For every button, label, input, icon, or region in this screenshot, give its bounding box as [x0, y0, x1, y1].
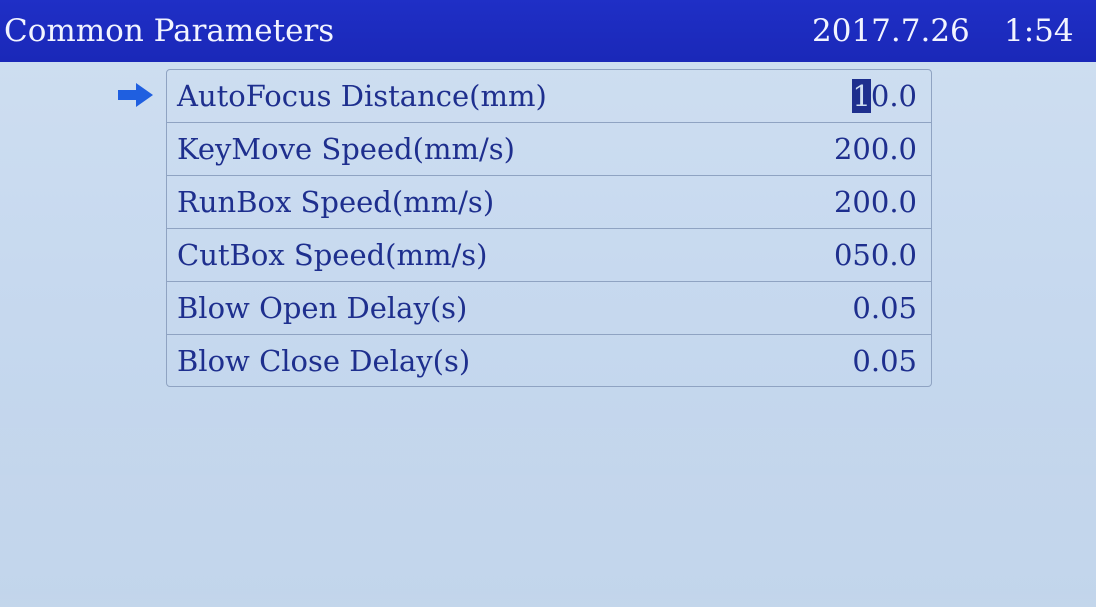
param-label: Blow Close Delay(s): [177, 344, 471, 378]
param-value-field[interactable]: 200.0: [834, 123, 917, 176]
lcd-screen: Common Parameters 2017.7.26 1:54 AutoFoc…: [0, 0, 1096, 607]
param-value-field[interactable]: 10.0: [852, 70, 917, 123]
title-bar: Common Parameters 2017.7.26 1:54: [0, 0, 1096, 62]
time-display: 1:54: [1004, 13, 1074, 49]
param-row-runbox-speed[interactable]: RunBox Speed(mm/s) 200.0: [167, 176, 931, 229]
param-value-field[interactable]: 200.0: [834, 176, 917, 229]
param-row-autofocus-distance[interactable]: AutoFocus Distance(mm) 10.0: [167, 70, 931, 123]
param-value-field[interactable]: 050.0: [834, 229, 917, 282]
date-display: 2017.7.26: [812, 13, 970, 49]
param-row-keymove-speed[interactable]: KeyMove Speed(mm/s) 200.0: [167, 123, 931, 176]
param-row-cutbox-speed[interactable]: CutBox Speed(mm/s) 050.0: [167, 229, 931, 282]
param-label: CutBox Speed(mm/s): [177, 238, 488, 272]
edit-cursor: 1: [852, 79, 871, 113]
arrow-right-icon: [118, 83, 153, 107]
param-row-blow-close-delay[interactable]: Blow Close Delay(s) 0.05: [167, 335, 931, 388]
param-value-field[interactable]: 0.05: [852, 282, 917, 335]
param-value-rest: 0.0: [870, 79, 917, 113]
page-title: Common Parameters: [4, 13, 335, 49]
param-label: KeyMove Speed(mm/s): [177, 132, 515, 166]
param-label: AutoFocus Distance(mm): [177, 79, 547, 113]
param-row-blow-open-delay[interactable]: Blow Open Delay(s) 0.05: [167, 282, 931, 335]
param-label: RunBox Speed(mm/s): [177, 185, 495, 219]
param-value-field[interactable]: 0.05: [852, 335, 917, 388]
screen-glare: [0, 380, 1096, 607]
parameter-table: AutoFocus Distance(mm) 10.0 KeyMove Spee…: [166, 69, 932, 387]
param-label: Blow Open Delay(s): [177, 291, 468, 325]
